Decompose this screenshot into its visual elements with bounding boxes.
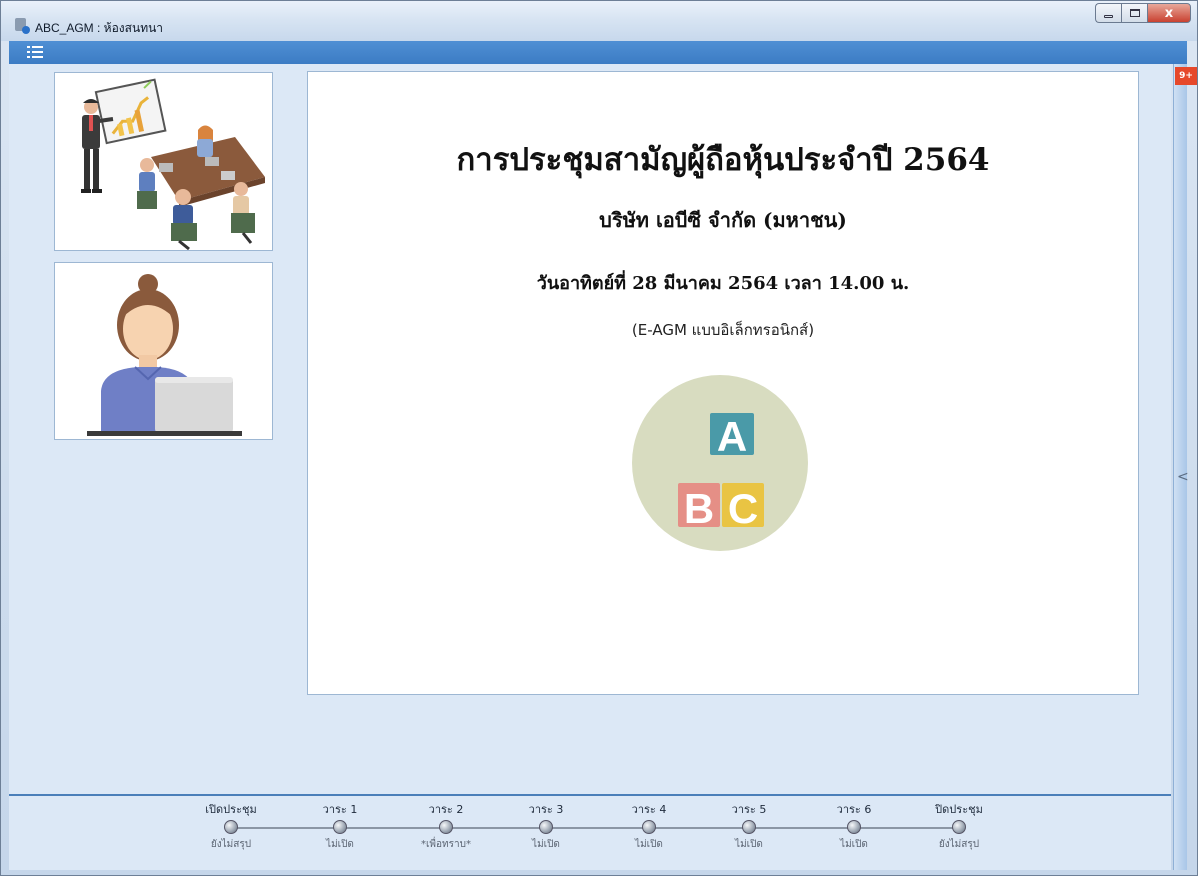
- agenda-stage-indicator[interactable]: [539, 820, 553, 834]
- minimize-icon: [1104, 15, 1113, 18]
- close-icon: x: [1164, 5, 1174, 21]
- agenda-stage[interactable]: วาระ 2 *เพื่อทราบ*: [396, 800, 496, 852]
- minimize-button[interactable]: [1095, 3, 1121, 23]
- agenda-stage-status: ไม่เปิด: [326, 839, 354, 850]
- agenda-stage-indicator[interactable]: [439, 820, 453, 834]
- user-avatar-illustration: [87, 274, 242, 436]
- agenda-stage-status: ไม่เปิด: [532, 839, 560, 850]
- agenda-stage-status: ยังไม่สรุป: [938, 839, 980, 850]
- agenda-stage-status: ไม่เปิด: [735, 839, 763, 850]
- title-bar[interactable]: ABC_AGM : ห้องสนทนา x: [1, 1, 1197, 41]
- side-panel-toggle[interactable]: [1173, 64, 1187, 870]
- agenda-timeline: เปิดประชุมยังไม่สรุป วาระ 1 ไม่เปิด วาระ 2 *…: [9, 794, 1171, 870]
- abc-company-logo: A B C: [632, 375, 808, 551]
- agenda-stage[interactable]: วาระ 4 ไม่เปิด: [599, 800, 699, 852]
- maximize-icon: [1129, 9, 1140, 17]
- agenda-stage-status: ยังไม่สรุป: [210, 839, 252, 850]
- agenda-stage-status: ไม่เปิด: [635, 839, 663, 850]
- logo-letter-b: B: [684, 485, 714, 532]
- agenda-stage[interactable]: เปิดประชุมยังไม่สรุป: [181, 800, 281, 852]
- agenda-stage-label: วาระ 6: [836, 803, 872, 816]
- agenda-stage-label: วาระ 5: [731, 803, 767, 816]
- chevron-left-icon[interactable]: <: [1177, 469, 1189, 485]
- agenda-stage[interactable]: วาระ 3 ไม่เปิด: [496, 800, 596, 852]
- maximize-button[interactable]: [1121, 3, 1147, 23]
- agenda-stage-label: ปิดประชุม: [935, 803, 983, 816]
- agenda-stage-indicator[interactable]: [333, 820, 347, 834]
- agenda-stage[interactable]: วาระ 6 ไม่เปิด: [804, 800, 904, 852]
- meeting-illustration: [81, 78, 265, 250]
- meeting-mode: (E-AGM แบบอิเล็กทรอนิกส์): [631, 321, 815, 339]
- app-icon: [15, 18, 30, 34]
- meeting-datetime: วันอาทิตย์ที่ 28 มีนาคม 2564 เวลา 14.00 …: [536, 273, 910, 294]
- agenda-stage-indicator[interactable]: [642, 820, 656, 834]
- agenda-stage[interactable]: วาระ 5 ไม่เปิด: [699, 800, 799, 852]
- presentation-slide: การประชุมสามัญผู้ถือหุ้นประจำปี 2564 บริ…: [307, 71, 1139, 695]
- agenda-stage-indicator[interactable]: [847, 820, 861, 834]
- toolbar: [9, 41, 1187, 64]
- agenda-stage[interactable]: ปิดประชุมยังไม่สรุป: [909, 800, 1009, 852]
- window-title: ABC_AGM : ห้องสนทนา: [35, 21, 164, 35]
- agenda-stage-indicator[interactable]: [742, 820, 756, 834]
- agenda-stage-indicator[interactable]: [224, 820, 238, 834]
- agenda-stage[interactable]: วาระ 1 ไม่เปิด: [290, 800, 390, 852]
- close-button[interactable]: x: [1147, 3, 1191, 23]
- agenda-stage-label: วาระ 3: [528, 803, 564, 816]
- app-window: ABC_AGM : ห้องสนทนา x การประชุมสามัญผู้ถ…: [0, 0, 1198, 876]
- presenter-video-thumbnail[interactable]: [54, 72, 273, 251]
- agenda-stage-status: *เพื่อทราบ*: [421, 839, 471, 850]
- agenda-stage-label: เปิดประชุม: [205, 803, 257, 816]
- user-video-thumbnail[interactable]: [54, 262, 273, 440]
- logo-letter-a: A: [717, 413, 747, 460]
- agenda-stage-status: ไม่เปิด: [840, 839, 868, 850]
- agenda-stage-label: วาระ 1: [322, 803, 358, 816]
- meeting-title: การประชุมสามัญผู้ถือหุ้นประจำปี 2564: [456, 142, 990, 178]
- agenda-stage-indicator[interactable]: [952, 820, 966, 834]
- logo-letter-c: C: [728, 485, 758, 532]
- meeting-room: การประชุมสามัญผู้ถือหุ้นประจำปี 2564 บริ…: [9, 64, 1171, 870]
- agenda-stage-label: วาระ 4: [631, 803, 667, 816]
- notification-badge[interactable]: 9+: [1175, 67, 1197, 85]
- agenda-stage-label: วาระ 2: [428, 803, 464, 816]
- list-icon[interactable]: [27, 45, 43, 59]
- company-name: บริษัท เอบีซี จำกัด (มหาชน): [599, 208, 847, 232]
